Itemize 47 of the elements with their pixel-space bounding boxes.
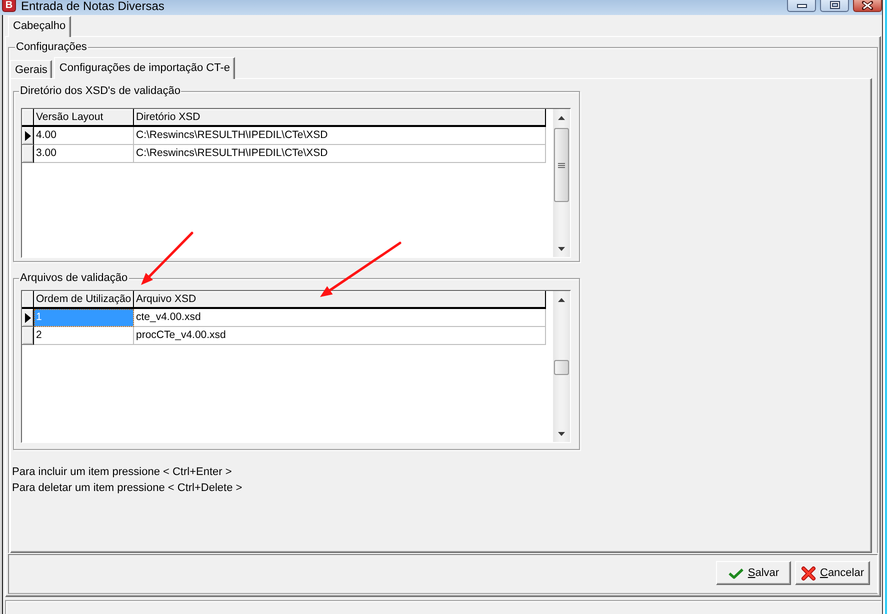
column-header[interactable]: Ordem de Utilização: [34, 291, 134, 309]
tab[interactable]: Cabeçalho: [8, 16, 71, 37]
maximize-icon: [830, 1, 840, 9]
row-header[interactable]: [22, 309, 34, 327]
column-header[interactable]: Arquivo XSD: [134, 291, 546, 309]
table-cell[interactable]: 3.00: [34, 145, 134, 163]
table-cell[interactable]: 2: [34, 327, 134, 345]
maximize-button[interactable]: [820, 0, 849, 12]
header-corner: [22, 291, 34, 309]
hint-text: Para deletar um item pressione < Ctrl+Delete >: [12, 481, 242, 496]
save-button[interactable]: Salvar: [716, 561, 791, 585]
up-arrow-icon[interactable]: [558, 298, 565, 302]
table-cell[interactable]: 4.00: [34, 127, 134, 145]
check-icon: [728, 568, 744, 578]
grip-icon: [558, 162, 565, 168]
scrollbar[interactable]: [553, 109, 570, 257]
scroll-thumb[interactable]: [554, 128, 569, 202]
table-cell[interactable]: procCTe_v4.00.xsd: [134, 327, 546, 345]
close-icon: [862, 1, 873, 10]
row-header[interactable]: [22, 127, 34, 145]
hint-text: Para incluir um item pressione < Ctrl+Enter >: [12, 465, 232, 480]
group-title: Configurações: [15, 41, 88, 54]
minimize-button[interactable]: [787, 0, 816, 12]
tab[interactable]: Configurações de importação CT-e: [54, 57, 235, 79]
up-arrow-icon[interactable]: [558, 116, 565, 120]
annotation-arrow: [141, 232, 194, 285]
column-header[interactable]: Versão Layout: [34, 109, 134, 127]
cross-icon: [800, 566, 816, 580]
app-logo: B: [2, 0, 16, 12]
cancel-button[interactable]: Cancelar: [795, 561, 870, 585]
tab[interactable]: Gerais: [10, 60, 52, 78]
table-cell[interactable]: C:\Reswincs\RESULTH\IPEDIL\CTe\XSD: [134, 145, 546, 163]
row-header[interactable]: [22, 145, 34, 163]
minimize-icon: [796, 4, 806, 8]
scroll-thumb[interactable]: [554, 360, 569, 375]
close-button[interactable]: [853, 0, 882, 12]
group-title: Arquivos de validação: [19, 272, 129, 285]
down-arrow-icon[interactable]: [558, 246, 565, 250]
down-arrow-icon[interactable]: [558, 432, 565, 436]
window-title: Entrada de Notas Diversas: [21, 0, 164, 12]
column-header[interactable]: Diretório XSD: [134, 109, 546, 127]
table-cell[interactable]: C:\Reswincs\RESULTH\IPEDIL\CTe\XSD: [134, 127, 546, 145]
table-cell[interactable]: cte_v4.00.xsd: [134, 309, 546, 327]
group-title: Diretório dos XSD's de validação: [19, 85, 182, 98]
scrollbar[interactable]: [553, 291, 570, 442]
row-header[interactable]: [22, 327, 34, 345]
header-corner: [22, 109, 34, 127]
